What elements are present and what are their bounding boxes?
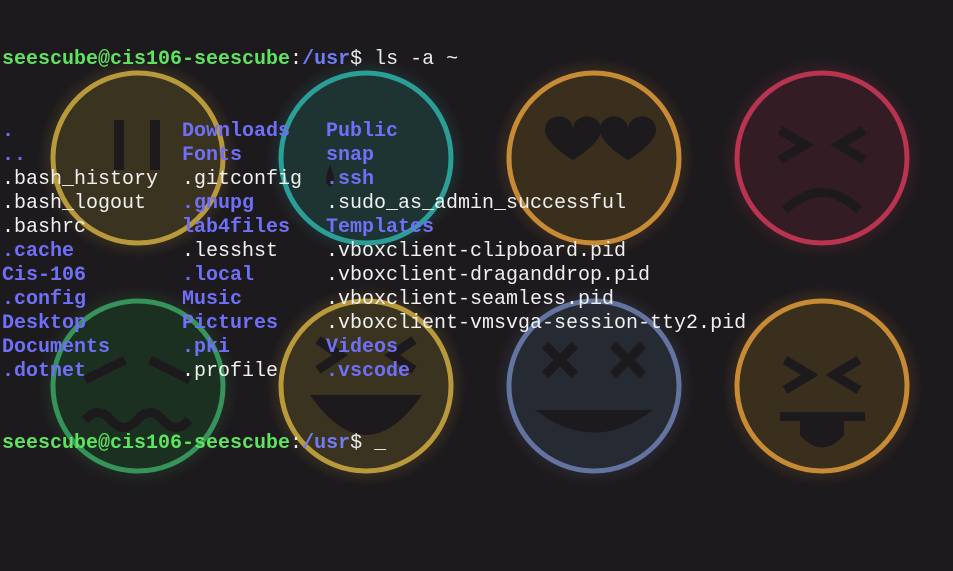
prompt-symbol: $ <box>350 432 375 455</box>
prompt-user-host: seescube@cis106-seescube <box>2 432 291 455</box>
directory-entry: .pki <box>182 336 231 359</box>
prompt-path: /usr <box>302 48 351 71</box>
directory-entry: .vscode <box>326 360 411 383</box>
directory-entry: .dotnet <box>2 360 87 383</box>
file-entry: .lesshst <box>182 240 279 263</box>
prompt-line-current[interactable]: seescube@cis106-seescube:/usr$ _ <box>2 432 826 456</box>
listing-row: Documents .pki Videos <box>2 336 826 360</box>
listing-row: .bash_history .gitconfig .ssh <box>2 168 826 192</box>
directory-entry: Cis-106 <box>2 264 87 287</box>
listing-row: Cis-106 .local .vboxclient-draganddrop.pid <box>2 264 826 288</box>
file-entry: .vboxclient-draganddrop.pid <box>326 264 651 287</box>
file-entry: .sudo_as_admin_successful <box>326 192 627 215</box>
listing-row: .cache .lesshst .vboxclient-clipboard.pid <box>2 240 826 264</box>
directory-entry: Desktop <box>2 312 87 335</box>
directory-entry: .cache <box>2 240 75 263</box>
prompt-path: /usr <box>302 432 351 455</box>
text-cursor: _ <box>374 432 387 455</box>
listing-row: .config Music .vboxclient-seamless.pid <box>2 288 826 312</box>
directory-entry: lab4files <box>182 216 291 239</box>
directory-listing: . Downloads Public.. Fonts snap .bash_history… <box>2 120 826 384</box>
directory-entry: snap <box>326 144 375 167</box>
directory-entry: .. <box>2 144 27 167</box>
prompt-separator: : <box>290 432 303 455</box>
file-entry: .profile <box>182 360 279 383</box>
prompt-line-command: seescube@cis106-seescube:/usr$ ls -a ~ <box>2 48 826 72</box>
file-entry: .bash_history <box>2 168 159 191</box>
file-entry: .gitconfig <box>182 168 303 191</box>
directory-entry: Music <box>182 288 243 311</box>
directory-entry: Downloads <box>182 120 291 143</box>
file-entry: .vboxclient-vmsvga-session-tty2.pid <box>326 312 747 335</box>
listing-row: Desktop Pictures .vboxclient-vmsvga-sessio… <box>2 312 826 336</box>
directory-entry: .gnupg <box>182 192 255 215</box>
file-entry: .bashrc <box>2 216 87 239</box>
directory-entry: Pictures <box>182 312 279 335</box>
listing-row: .bashrc lab4files Templates <box>2 216 826 240</box>
directory-entry: Fonts <box>182 144 243 167</box>
prompt-user-host: seescube@cis106-seescube <box>2 48 291 71</box>
terminal-output[interactable]: seescube@cis106-seescube:/usr$ ls -a ~ .… <box>2 0 826 480</box>
file-entry: .vboxclient-seamless.pid <box>326 288 615 311</box>
file-entry: .vboxclient-clipboard.pid <box>326 240 627 263</box>
directory-entry: .ssh <box>326 168 375 191</box>
listing-row: . Downloads Public <box>2 120 826 144</box>
directory-entry: Templates <box>326 216 435 239</box>
prompt-symbol: $ <box>350 48 375 71</box>
listing-row: .. Fonts snap <box>2 144 826 168</box>
directory-entry: .local <box>182 264 255 287</box>
prompt-separator: : <box>290 48 303 71</box>
directory-entry: . <box>2 120 15 143</box>
directory-entry: Videos <box>326 336 399 359</box>
command-text: ls -a ~ <box>374 48 459 71</box>
directory-entry: Public <box>326 120 399 143</box>
file-entry: .bash_logout <box>2 192 147 215</box>
directory-entry: .config <box>2 288 87 311</box>
listing-row: .dotnet .profile .vscode <box>2 360 826 384</box>
listing-row: .bash_logout .gnupg .sudo_as_admin_success… <box>2 192 826 216</box>
directory-entry: Documents <box>2 336 111 359</box>
